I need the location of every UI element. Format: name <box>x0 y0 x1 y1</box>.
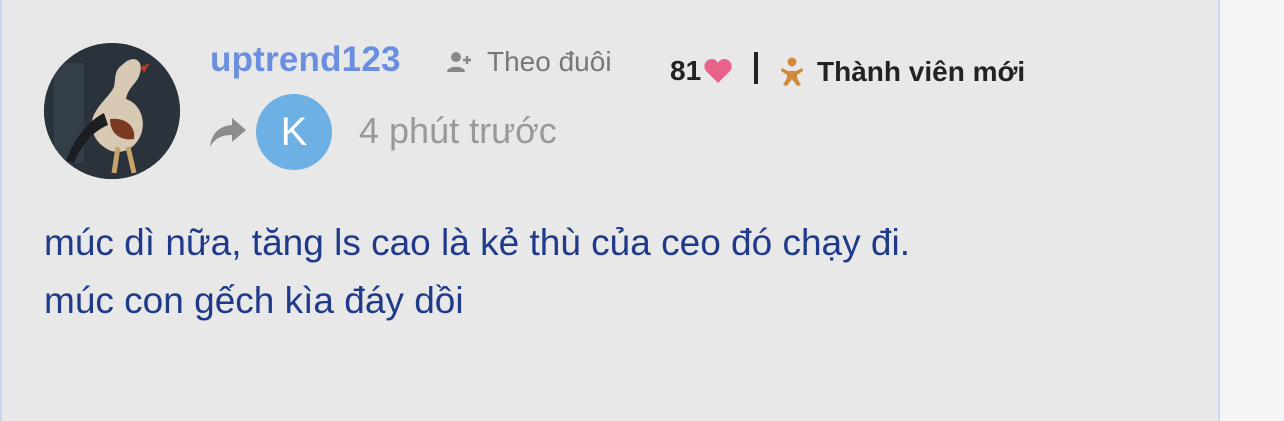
comment-line: múc dì nữa, tăng ls cao là kẻ thù của ce… <box>44 222 910 263</box>
heart-icon <box>703 57 733 85</box>
reply-target-avatar[interactable]: K <box>256 94 332 170</box>
page-background-strip <box>1222 0 1284 421</box>
username-link[interactable]: uptrend123 <box>210 40 401 80</box>
follow-label: Theo đuôi <box>487 46 612 77</box>
comment-card: uptrend123 Theo đuôi 81 Thành viên mới K… <box>0 0 1220 421</box>
comment-body: múc dì nữa, tăng ls cao là kẻ thù của ce… <box>44 214 1194 330</box>
member-rank: Thành viên mới <box>779 56 1025 88</box>
user-plus-icon <box>445 48 473 76</box>
follow-button[interactable]: Theo đuôi <box>445 46 612 78</box>
rank-label: Thành viên mới <box>817 56 1026 87</box>
likes-count: 81 <box>670 55 702 86</box>
comment-line: múc con gếch kìa đáy dồi <box>44 280 464 321</box>
divider <box>754 52 758 84</box>
post-timestamp[interactable]: 4 phút trước <box>359 110 557 152</box>
baby-icon <box>779 57 805 87</box>
share-arrow-icon <box>208 114 248 150</box>
likes-counter: 81 <box>670 55 733 87</box>
user-avatar[interactable] <box>44 43 180 179</box>
